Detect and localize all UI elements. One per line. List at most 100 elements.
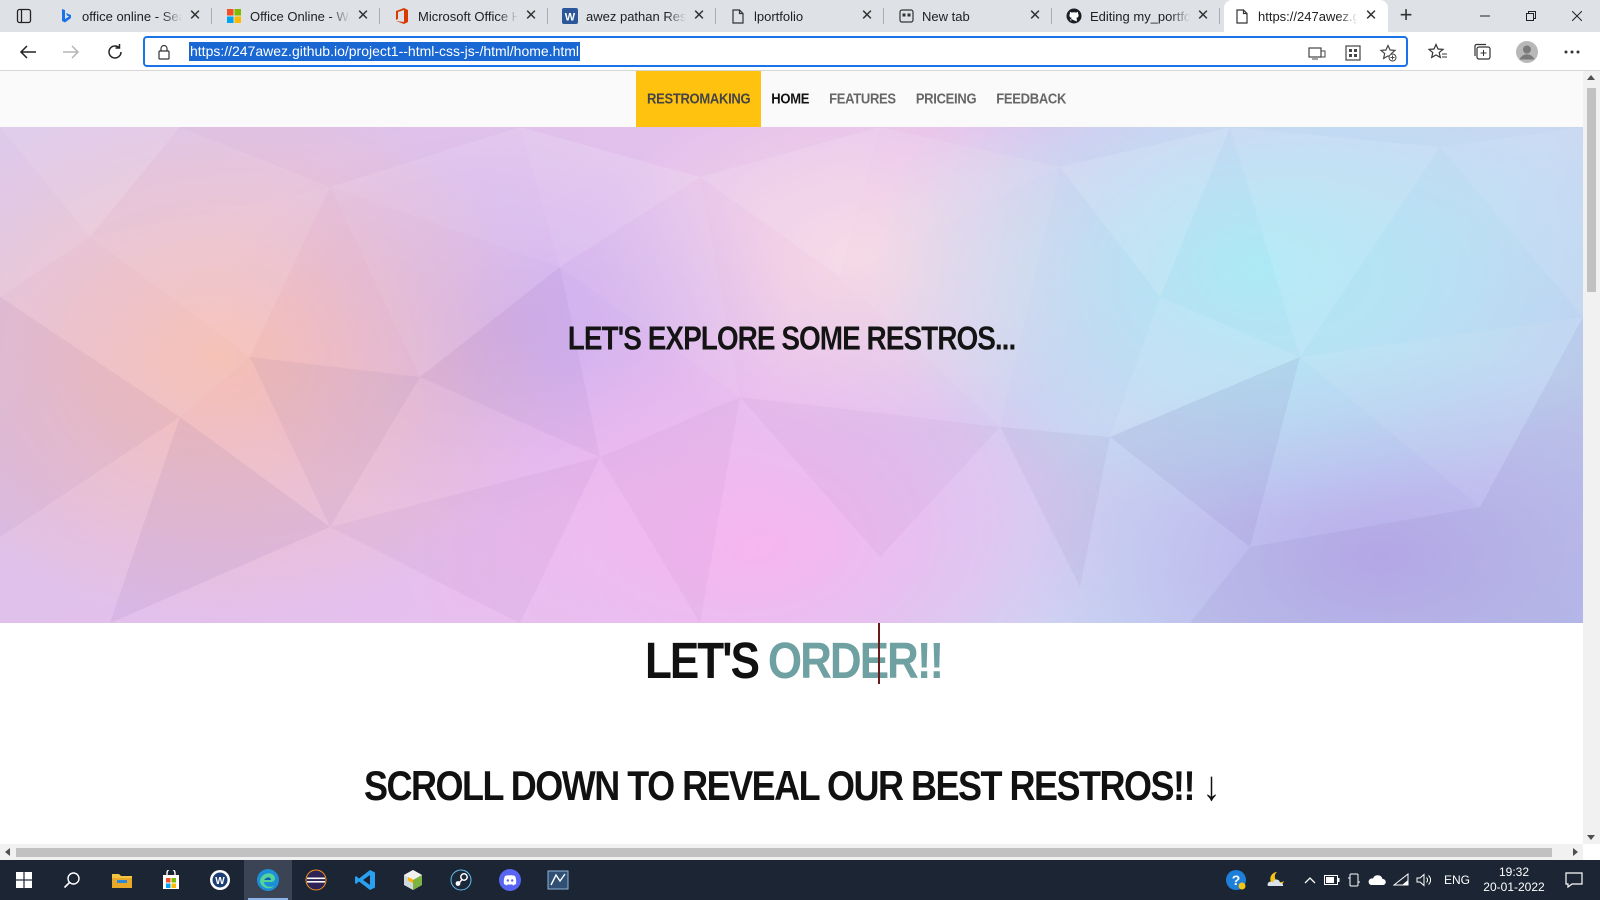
close-tab-icon[interactable]: ✕ bbox=[1194, 7, 1212, 25]
refresh-button[interactable] bbox=[100, 37, 130, 67]
search-icon bbox=[63, 872, 80, 889]
device-tray-button[interactable] bbox=[1344, 860, 1364, 900]
tab-6[interactable]: New tab ✕ bbox=[888, 0, 1052, 32]
collections-button[interactable] bbox=[1467, 37, 1497, 67]
horizontal-scrollbar[interactable] bbox=[0, 844, 1583, 860]
forward-button[interactable] bbox=[56, 37, 86, 67]
eclipse-button[interactable] bbox=[292, 860, 340, 900]
favorites-button[interactable] bbox=[1423, 37, 1453, 67]
close-tab-icon[interactable]: ✕ bbox=[1026, 7, 1044, 25]
nav-feedback-link[interactable]: FEEDBACK bbox=[986, 71, 1076, 131]
word-icon: W bbox=[562, 8, 578, 24]
page-icon bbox=[1234, 8, 1250, 24]
address-bar[interactable]: https://247awez.github.io/project1--html… bbox=[143, 36, 1408, 67]
scroll-up-arrow-icon[interactable] bbox=[1587, 75, 1595, 80]
profile-button[interactable] bbox=[1512, 37, 1542, 67]
close-tab-icon[interactable]: ✕ bbox=[186, 7, 204, 25]
tab-actions-button[interactable] bbox=[8, 4, 40, 28]
start-button[interactable] bbox=[0, 860, 48, 900]
minimize-button[interactable] bbox=[1462, 0, 1508, 32]
start-icon bbox=[16, 872, 32, 888]
typed-text: LET'S ORDER!! bbox=[645, 633, 944, 689]
store-button[interactable] bbox=[147, 860, 195, 900]
brand-label: RESTROMAKING bbox=[647, 89, 751, 108]
notifications-button[interactable] bbox=[1554, 860, 1594, 900]
tab-8-active[interactable]: https://247awez.github.io ✕ bbox=[1224, 0, 1388, 32]
close-tab-icon[interactable]: ✕ bbox=[522, 7, 540, 25]
read-aloud-icon[interactable] bbox=[1308, 44, 1326, 62]
tab-5[interactable]: lportfolio ✕ bbox=[720, 0, 884, 32]
vscode-button[interactable] bbox=[341, 860, 389, 900]
nav-home-link[interactable]: HOME bbox=[761, 71, 819, 131]
avatar-icon bbox=[1516, 41, 1538, 63]
battery-icon bbox=[1324, 875, 1340, 885]
url-text[interactable]: https://247awez.github.io/project1--html… bbox=[189, 42, 581, 61]
restore-button[interactable] bbox=[1508, 0, 1554, 32]
brand-link[interactable]: RESTROMAKING bbox=[636, 71, 762, 127]
language-indicator[interactable]: ENG bbox=[1440, 860, 1474, 900]
settings-more-button[interactable] bbox=[1557, 37, 1587, 67]
terminal-app-icon bbox=[547, 870, 569, 890]
help-icon: ? bbox=[1226, 870, 1246, 890]
lock-icon[interactable] bbox=[156, 44, 172, 60]
steam-button[interactable] bbox=[437, 860, 485, 900]
cube-app-icon bbox=[404, 870, 422, 890]
vertical-scroll-thumb[interactable] bbox=[1587, 88, 1596, 292]
add-favorite-icon[interactable] bbox=[1379, 44, 1397, 62]
close-tab-icon[interactable]: ✕ bbox=[858, 7, 876, 25]
tab-3[interactable]: Microsoft Office Home ✕ bbox=[384, 0, 548, 32]
github-icon bbox=[1066, 8, 1082, 24]
svg-text:W: W bbox=[215, 876, 225, 887]
back-button[interactable] bbox=[13, 37, 43, 67]
apps-available-icon[interactable] bbox=[1344, 44, 1362, 62]
file-explorer-button[interactable] bbox=[98, 860, 146, 900]
system-clock[interactable]: 19:32 20-01-2022 bbox=[1478, 865, 1550, 895]
svg-text:W: W bbox=[565, 12, 576, 24]
store-icon bbox=[163, 870, 179, 889]
horizontal-scroll-thumb[interactable] bbox=[16, 848, 1552, 857]
close-tab-icon[interactable]: ✕ bbox=[354, 7, 372, 25]
tab-title: lportfolio bbox=[754, 8, 804, 24]
tab-4[interactable]: W awez pathan Resume ✕ bbox=[552, 0, 716, 32]
restore-icon bbox=[1526, 11, 1536, 21]
tab-actions-icon bbox=[16, 8, 32, 24]
terminal-app-button[interactable] bbox=[534, 860, 582, 900]
scroll-down-text: SCROLL DOWN TO REVEAL OUR BEST RESTROS!!… bbox=[363, 761, 1221, 809]
weather-tray-button[interactable] bbox=[1262, 860, 1290, 900]
help-tray-button[interactable]: ? bbox=[1222, 860, 1250, 900]
scroll-right-arrow-icon[interactable] bbox=[1573, 848, 1578, 856]
clock-time: 19:32 bbox=[1498, 865, 1530, 879]
close-tab-icon[interactable]: ✕ bbox=[690, 7, 708, 25]
volume-tray-button[interactable] bbox=[1413, 860, 1435, 900]
new-tab-button[interactable]: + bbox=[1394, 4, 1418, 28]
battery-tray-button[interactable] bbox=[1322, 860, 1342, 900]
onedrive-tray-button[interactable] bbox=[1366, 860, 1388, 900]
tab-title: Editing my_portfolio bbox=[1090, 8, 1190, 24]
vertical-scrollbar[interactable] bbox=[1583, 71, 1600, 844]
word-app-button[interactable]: W bbox=[196, 860, 244, 900]
show-hidden-icons-button[interactable] bbox=[1300, 860, 1320, 900]
discord-button[interactable] bbox=[486, 860, 534, 900]
clock-date: 20-01-2022 bbox=[1483, 880, 1545, 894]
edge-button[interactable] bbox=[244, 860, 292, 900]
typed-word-1: LET'S bbox=[645, 633, 760, 690]
tab-1[interactable]: office online - Search ✕ bbox=[48, 0, 212, 32]
file-explorer-icon bbox=[112, 874, 132, 888]
wifi-tray-button[interactable] bbox=[1390, 860, 1412, 900]
scroll-left-arrow-icon[interactable] bbox=[5, 848, 10, 856]
search-button[interactable] bbox=[48, 860, 96, 900]
site-navbar: RESTROMAKING HOME FEATURES PRICEING FEED… bbox=[0, 71, 1583, 127]
vscode-icon bbox=[355, 870, 375, 890]
close-tab-icon[interactable]: ✕ bbox=[1362, 7, 1380, 25]
cube-app-button[interactable] bbox=[389, 860, 437, 900]
device-icon bbox=[1348, 873, 1360, 887]
nav-priceing-link[interactable]: PRICEING bbox=[906, 71, 986, 131]
scroll-down-arrow-icon[interactable] bbox=[1587, 835, 1595, 840]
typed-word-2: ORDER!! bbox=[767, 633, 944, 690]
tab-7[interactable]: Editing my_portfolio ✕ bbox=[1056, 0, 1220, 32]
tab-title: awez pathan Resume bbox=[586, 8, 686, 24]
tab-strip: office online - Search ✕ Office Online -… bbox=[0, 0, 1600, 32]
nav-features-link[interactable]: FEATURES bbox=[819, 71, 906, 131]
close-window-button[interactable] bbox=[1554, 0, 1600, 32]
tab-2[interactable]: Office Online - Word ✕ bbox=[216, 0, 380, 32]
